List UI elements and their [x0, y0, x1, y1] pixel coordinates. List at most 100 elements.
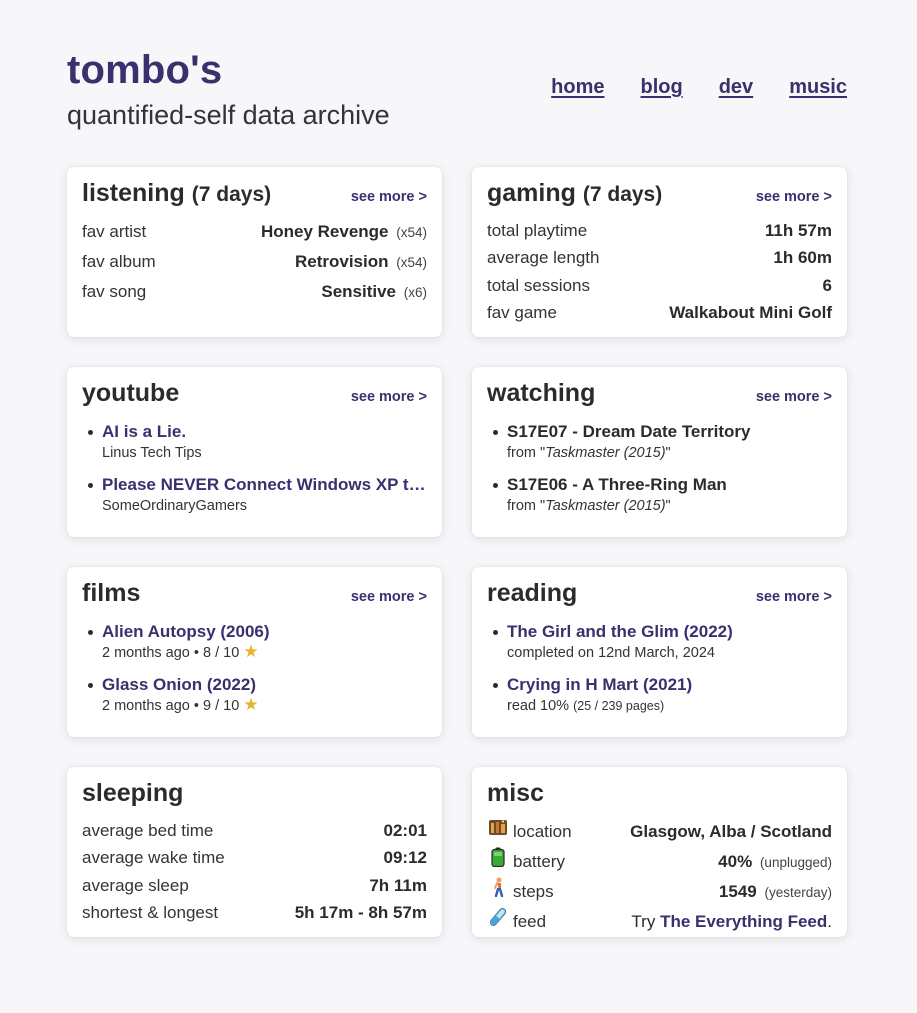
see-more-link[interactable]: see more > [756, 389, 832, 405]
stat-label: feed [513, 912, 547, 931]
card-title: youtube [82, 379, 180, 407]
stat-row: fav song Sensitive (x6) [82, 277, 427, 307]
misc-card: misc location Glasgow, Alba / Scotland b… [472, 767, 847, 937]
test-tube-icon [487, 907, 509, 937]
site-subtitle: quantified-self data archive [67, 100, 390, 130]
city-icon [487, 817, 509, 847]
see-more-link[interactable]: see more > [351, 189, 427, 205]
stat-value: Sensitive (x6) [321, 282, 427, 301]
film-link[interactable]: Alien Autopsy (2006) [102, 621, 427, 643]
book-link[interactable]: The Girl and the Glim (2022) [507, 621, 832, 643]
main-nav: home blog dev music [551, 76, 847, 99]
card-title: reading [487, 579, 578, 607]
see-more-link[interactable]: see more > [351, 389, 427, 405]
reading-card: reading see more > The Girl and the Glim… [472, 567, 847, 737]
stat-value: Retrovision (x54) [294, 252, 427, 271]
video-link[interactable]: Please NEVER Connect Windows XP to the I… [102, 474, 427, 496]
stat-row: average bed time 02:01 [82, 817, 427, 844]
sleeping-card: sleeping average bed time 02:01 average … [67, 767, 442, 937]
stat-value: 7h 11m [369, 875, 427, 895]
stat-value: 6 [822, 275, 832, 295]
stat-value: Honey Revenge (x54) [260, 222, 427, 241]
stat-label: average length [487, 248, 600, 268]
stat-value: 40% (unplugged) [718, 852, 832, 871]
stat-label: average wake time [82, 848, 225, 868]
gaming-card: gaming (7 days) see more > total playtim… [472, 167, 847, 337]
misc-feed-row: feed Try The Everything Feed. [487, 907, 832, 937]
list-item: Crying in H Mart (2021) read 10% (25 / 2… [487, 674, 832, 716]
stat-label: fav artist [82, 222, 147, 241]
stat-value: 1549 (yesterday) [718, 882, 832, 901]
film-meta: 2 months ago • 8 / 10 ★ [102, 642, 259, 661]
stat-row: fav game Walkabout Mini Golf [487, 299, 832, 326]
episode-title: S17E07 - Dream Date Territory [507, 422, 751, 441]
card-title: sleeping [82, 779, 184, 807]
card-title: gaming (7 days) [487, 179, 663, 207]
stat-label: average sleep [82, 875, 189, 895]
see-more-link[interactable]: see more > [756, 189, 832, 205]
video-link[interactable]: AI is a Lie. [102, 421, 427, 443]
list-item: AI is a Lie. Linus Tech Tips [82, 421, 427, 463]
stat-value: 09:12 [383, 848, 427, 868]
list-item: Alien Autopsy (2006) 2 months ago • 8 / … [82, 621, 427, 663]
stat-label: total sessions [487, 275, 590, 295]
list-item: S17E06 - A Three-Ring Man from "Taskmast… [487, 474, 832, 516]
list-item: S17E07 - Dream Date Territory from "Task… [487, 421, 832, 463]
stat-row: total sessions 6 [487, 272, 832, 299]
stat-value: Walkabout Mini Golf [669, 302, 832, 322]
stat-value: 02:01 [383, 821, 427, 840]
nav-music-link[interactable]: music [789, 76, 847, 99]
channel-name: Linus Tech Tips [102, 445, 202, 461]
misc-battery-row: battery 40% (unplugged) [487, 847, 832, 877]
stat-row: fav artist Honey Revenge (x54) [82, 217, 427, 247]
book-progress: read 10% (25 / 239 pages) [507, 698, 665, 714]
films-card: films see more > Alien Autopsy (2006) 2 … [67, 567, 442, 737]
episode-source: from "Taskmaster (2015)" [507, 498, 671, 514]
youtube-card: youtube see more > AI is a Lie. Linus Te… [67, 367, 442, 537]
nav-dev-link[interactable]: dev [719, 76, 753, 99]
list-item: The Girl and the Glim (2022) completed o… [487, 621, 832, 663]
listening-card: listening (7 days) see more > fav artist… [67, 167, 442, 337]
feed-text: Try The Everything Feed. [631, 912, 832, 931]
stat-label: fav game [487, 302, 557, 322]
film-link[interactable]: Glass Onion (2022) [102, 674, 427, 696]
battery-icon [487, 847, 509, 877]
episode-source: from "Taskmaster (2015)" [507, 445, 671, 461]
site-title: tombo's [67, 48, 223, 92]
stat-value: 5h 17m - 8h 57m [294, 902, 427, 922]
stat-value: 11h 57m [764, 221, 832, 240]
stat-label: average bed time [82, 821, 214, 840]
stat-row: average sleep 7h 11m [82, 872, 427, 899]
card-title: films [82, 579, 141, 607]
watching-card: watching see more > S17E07 - Dream Date … [472, 367, 847, 537]
book-link[interactable]: Crying in H Mart (2021) [507, 674, 832, 696]
stat-row: fav album Retrovision (x54) [82, 247, 427, 277]
star-icon: ★ [243, 642, 259, 661]
stat-value: Glasgow, Alba / Scotland [630, 822, 832, 841]
see-more-link[interactable]: see more > [351, 589, 427, 605]
card-title: misc [487, 779, 544, 807]
stat-label: steps [513, 882, 554, 901]
film-meta: 2 months ago • 9 / 10 ★ [102, 695, 259, 714]
stat-label: fav song [82, 282, 147, 301]
stat-label: location [513, 822, 572, 841]
channel-name: SomeOrdinaryGamers [102, 498, 248, 514]
everything-feed-link[interactable]: The Everything Feed [660, 912, 827, 931]
list-item: Glass Onion (2022) 2 months ago • 9 / 10… [82, 674, 427, 716]
stat-row: average wake time 09:12 [82, 844, 427, 871]
walking-person-icon [487, 877, 509, 907]
see-more-link[interactable]: see more > [756, 589, 832, 605]
nav-blog-link[interactable]: blog [641, 76, 683, 99]
nav-home-link[interactable]: home [551, 76, 604, 99]
card-title: watching [487, 379, 596, 407]
stat-label: battery [513, 852, 565, 871]
stat-label: total playtime [487, 221, 588, 240]
stat-value: 1h 60m [773, 248, 832, 268]
stat-row: total playtime 11h 57m [487, 217, 832, 244]
card-title: listening (7 days) [82, 179, 272, 207]
stat-row: average length 1h 60m [487, 244, 832, 271]
episode-title: S17E06 - A Three-Ring Man [507, 475, 727, 494]
stat-label: shortest & longest [82, 902, 219, 922]
list-item: Please NEVER Connect Windows XP to the I… [82, 474, 427, 516]
star-icon: ★ [243, 695, 259, 714]
